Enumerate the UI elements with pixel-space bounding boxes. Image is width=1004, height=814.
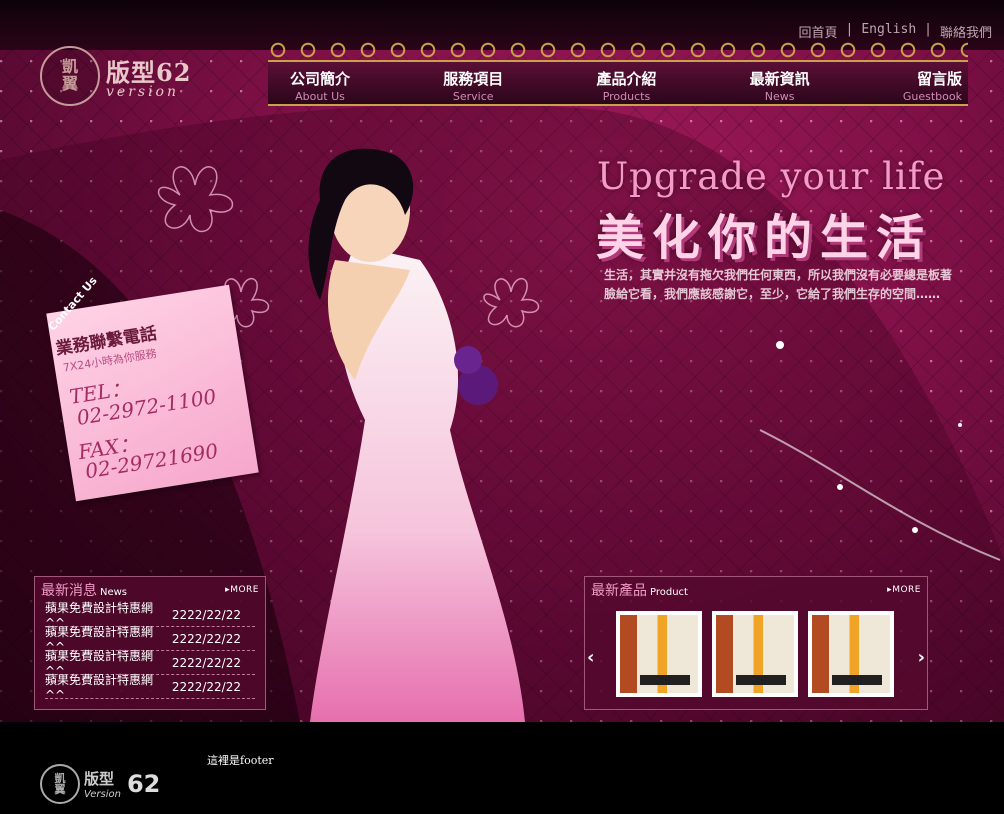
product-thumbnail[interactable] bbox=[616, 611, 702, 697]
link-separator: | bbox=[924, 22, 932, 37]
nav-item-about[interactable]: 公司簡介 About Us bbox=[290, 62, 350, 104]
nav-label: 產品介紹 bbox=[596, 70, 657, 88]
news-more-link[interactable]: ▸MORE bbox=[225, 585, 259, 595]
product-thumbnail[interactable] bbox=[712, 611, 798, 697]
hero-headline-zh: 美化你的生活 bbox=[596, 210, 933, 266]
sparkle bbox=[958, 423, 962, 427]
top-links: 回首頁 | English | 聯絡我們 bbox=[799, 22, 992, 41]
news-item-date: 2222/22/22 bbox=[171, 607, 241, 622]
footer-brand-zh: 版型 bbox=[84, 770, 115, 788]
product-image bbox=[812, 615, 890, 693]
product-thumbnails bbox=[616, 611, 894, 697]
link-home[interactable]: 回首頁 bbox=[799, 22, 838, 41]
news-more-label: MORE bbox=[230, 585, 259, 595]
products-title-en: Product bbox=[650, 587, 688, 598]
hero-headline: Upgrade your life bbox=[597, 155, 946, 198]
sparkle bbox=[776, 341, 784, 349]
news-box: 最新消息 News ▸MORE 蘋果免費設計特惠網^^ 2222/22/22 蘋果免… bbox=[34, 576, 266, 710]
product-image bbox=[716, 615, 794, 693]
product-thumbnail[interactable] bbox=[808, 611, 894, 697]
news-item-date: 2222/22/22 bbox=[171, 679, 241, 694]
nav-label: 留言版 bbox=[916, 70, 962, 88]
news-item-date: 2222/22/22 bbox=[171, 631, 241, 646]
nav-item-news[interactable]: 最新資訊 News bbox=[750, 62, 810, 104]
sparkle bbox=[837, 484, 843, 490]
nav-sublabel: About Us bbox=[295, 90, 345, 103]
footer-logo[interactable]: 凱 翼 版型 Version 62 bbox=[40, 764, 160, 804]
footer: 凱 翼 版型 Version 62 這裡是footer bbox=[0, 722, 1004, 814]
nav-sublabel: Service bbox=[452, 90, 494, 103]
products-prev-arrow[interactable]: ‹ bbox=[587, 647, 594, 668]
news-title: 最新消息 News bbox=[41, 580, 127, 600]
products-title: 最新產品 Product bbox=[591, 580, 688, 600]
hero-description: 生活，其實并沒有拖欠我們任何東西，所以我們沒有必要總是板著臉給它看，我們應該感謝… bbox=[604, 268, 953, 301]
news-title-zh: 最新消息 bbox=[41, 583, 97, 599]
nav-label: 服務項目 bbox=[443, 70, 504, 88]
products-more-label: MORE bbox=[892, 585, 921, 595]
logo-text: 版型62 version bbox=[106, 53, 191, 100]
link-english[interactable]: English bbox=[861, 22, 916, 41]
contact-card: Contact Us 業務聯繫電話 7X24小時為你服務 TEL： 02-297… bbox=[46, 274, 259, 502]
site-logo[interactable]: 凱 翼 版型62 version bbox=[40, 46, 191, 106]
products-next-arrow[interactable]: › bbox=[918, 647, 925, 668]
news-item-title: 蘋果免費設計特惠網^^ bbox=[45, 673, 154, 702]
logo-seal: 凱 翼 bbox=[40, 46, 100, 106]
logo-title: 版型62 bbox=[106, 57, 192, 87]
footer-brand-number: 62 bbox=[126, 770, 161, 798]
nav-item-products[interactable]: 產品介紹 Products bbox=[596, 62, 656, 104]
footer-brand-en: Version bbox=[84, 789, 121, 800]
logo-subtitle: version bbox=[106, 83, 179, 100]
footer-text: 這裡是footer bbox=[207, 754, 274, 767]
products-box: 最新產品 Product ▸MORE ‹ › bbox=[584, 576, 928, 710]
news-item[interactable]: 蘋果免費設計特惠網^^ 2222/22/22 bbox=[45, 673, 255, 702]
nav-label: 公司簡介 bbox=[290, 70, 351, 88]
products-more-link[interactable]: ▸MORE bbox=[887, 585, 921, 595]
footer-logo-seal: 凱 翼 bbox=[40, 764, 80, 804]
nav-bar: 公司簡介 About Us 服務項目 Service 產品介紹 Products… bbox=[268, 62, 968, 106]
nav-sublabel: News bbox=[764, 90, 795, 103]
hero-stage: 凱 翼 版型62 version 回首頁 | English | 聯絡我們 公司… bbox=[0, 0, 1004, 722]
nav-sublabel: Guestbook bbox=[902, 90, 962, 103]
nav-ornament bbox=[268, 40, 968, 62]
sparkle bbox=[912, 527, 918, 533]
products-title-zh: 最新產品 bbox=[591, 583, 647, 599]
products-header: 最新產品 Product ▸MORE bbox=[585, 577, 927, 603]
link-contact[interactable]: 聯絡我們 bbox=[940, 22, 992, 41]
nav-item-service[interactable]: 服務項目 Service bbox=[443, 62, 503, 104]
news-title-en: News bbox=[100, 587, 128, 598]
footer-brand: 版型 Version 62 bbox=[84, 768, 160, 800]
product-image bbox=[620, 615, 698, 693]
nav-sublabel: Products bbox=[602, 90, 651, 103]
link-separator: | bbox=[845, 22, 854, 37]
nav-item-guestbook[interactable]: 留言版 Guestbook bbox=[903, 62, 962, 104]
nav-label: 最新資訊 bbox=[749, 70, 810, 88]
main-nav: 公司簡介 About Us 服務項目 Service 產品介紹 Products… bbox=[268, 40, 968, 108]
news-item-date: 2222/22/22 bbox=[171, 655, 241, 670]
